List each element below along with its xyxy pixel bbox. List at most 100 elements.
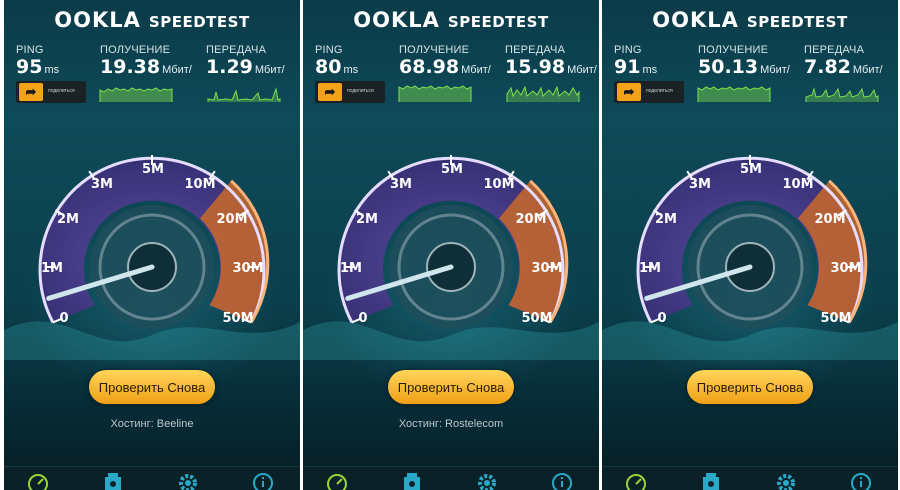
upload-unit: Мбит/ [254,64,285,76]
download-sparkline [398,85,472,102]
upload-sparkline [805,87,879,102]
info-icon [552,473,572,490]
gauge-label-0: 0 [59,311,68,326]
gauge-label-20m: 20M [515,212,546,227]
gauge-label-10m: 10M [782,177,813,192]
gauge-label-1m: 1M [340,261,362,276]
speedometer-icon [327,474,347,490]
app-title: SPEEDTEST [746,13,848,31]
app-logo: OOKLA SPEEDTEST [4,8,300,32]
ping-unit: ms [44,64,60,76]
speedometer-icon [626,474,646,490]
upload-value: 1.29 [206,56,253,78]
info-icon [851,473,871,490]
tab-info[interactable] [550,469,574,490]
tab-bar [602,466,898,490]
tab-settings[interactable] [176,469,200,490]
gauge-label-5m: 5M [142,162,164,177]
results-icon [703,473,719,490]
ping-readout: 80 ms [315,56,358,78]
download-readout: 68.98 Мбит/ [399,56,491,78]
hosting-label: Хостинг: Rostelecom [398,418,504,430]
share-icon: ➦ [617,83,641,101]
gauge-label-0: 0 [657,311,666,326]
tab-settings[interactable] [475,469,499,490]
download-label: ПОЛУЧЕНИЕ [100,44,171,56]
ping-label: PING [614,44,642,56]
tab-results[interactable] [699,469,723,490]
download-label: ПОЛУЧЕНИЕ [698,44,769,56]
gauge-label-50m: 50M [820,311,851,326]
upload-unit: Мбит/ [567,64,597,76]
tab-bar [303,466,599,490]
download-unit: Мбит/ [461,64,491,76]
ping-readout: 95 ms [16,56,59,78]
ping-value: 91 [614,56,641,78]
upload-readout: 7.82 Мбит/ [804,56,883,78]
gauge-label-50m: 50M [222,311,253,326]
share-button[interactable]: ➦ поделиться [16,81,86,103]
upload-unit: Мбит/ [852,64,883,76]
download-sparkline [697,86,771,102]
app-logo: OOKLA SPEEDTEST [303,8,599,32]
gauge-label-2m: 2M [655,212,677,227]
speedometer-icon [28,474,48,490]
ping-label: PING [16,44,44,56]
gauge-label-3m: 3M [390,177,412,192]
tab-results[interactable] [101,469,125,490]
gauge-label-0: 0 [358,311,367,326]
share-button[interactable]: ➦ поделиться [315,81,385,103]
speedtest-screen: OOKLA SPEEDTEST PING ПОЛУЧЕНИЕ ПЕРЕДАЧА 8… [303,0,599,490]
tab-info[interactable] [849,469,873,490]
speed-gauge: 0 1M 2M 3M 5M 10M 20M 30M 50M [303,155,599,360]
download-value: 19.38 [100,56,161,78]
tab-speedtest[interactable] [325,469,349,490]
gauge-label-2m: 2M [57,212,79,227]
ping-label: PING [315,44,343,56]
gauge-label-1m: 1M [639,261,661,276]
retest-button[interactable]: Проверить Снова [388,370,514,404]
download-value: 50.13 [698,56,759,78]
speed-gauge: 0 1M 2M 3M 5M 10M 20M 30M 50M [602,155,898,360]
speedtest-screen: OOKLA SPEEDTEST PING ПОЛУЧЕНИЕ ПЕРЕДАЧА 9… [602,0,898,490]
gauge-label-5m: 5M [441,162,463,177]
tab-results[interactable] [400,469,424,490]
gauge-label-3m: 3M [91,177,113,192]
gauge-label-10m: 10M [184,177,215,192]
share-label: поделиться [347,88,374,94]
gauge-label-20m: 20M [216,212,247,227]
download-value: 68.98 [399,56,460,78]
gauge-label-30m: 30M [830,261,861,276]
upload-readout: 1.29 Мбит/ [206,56,285,78]
retest-button[interactable]: Проверить Снова [687,370,813,404]
tab-settings[interactable] [774,469,798,490]
gauge-label-1m: 1M [41,261,63,276]
upload-label: ПЕРЕДАЧА [206,44,267,56]
gauge-label-20m: 20M [814,212,845,227]
gauge-label-30m: 30M [232,261,263,276]
gear-icon [777,474,795,490]
gauge-label-50m: 50M [521,311,552,326]
gear-icon [179,474,197,490]
speedtest-screen: OOKLA SPEEDTEST PING ПОЛУЧЕНИЕ ПЕРЕДАЧА 9… [4,0,300,490]
upload-sparkline [506,85,580,102]
gauge-label-5m: 5M [740,162,762,177]
download-readout: 50.13 Мбит/ [698,56,790,78]
tab-info[interactable] [251,469,275,490]
tab-bar [4,466,300,490]
share-label: поделиться [48,88,75,94]
info-icon [253,473,273,490]
results-icon [404,473,420,490]
download-unit: Мбит/ [162,64,192,76]
share-button[interactable]: ➦ поделиться [614,81,684,103]
app-title: SPEEDTEST [447,13,549,31]
tab-speedtest[interactable] [624,469,648,490]
retest-button[interactable]: Проверить Снова [89,370,215,404]
speed-gauge: 0 1M 2M 3M 5M 10M 20M 30M 50M [4,155,300,360]
download-readout: 19.38 Мбит/ [100,56,192,78]
share-label: поделиться [646,88,673,94]
tab-speedtest[interactable] [26,469,50,490]
app-logo: OOKLA SPEEDTEST [602,8,898,32]
ookla-logo: OOKLA [353,8,440,32]
ping-unit: ms [343,64,359,76]
